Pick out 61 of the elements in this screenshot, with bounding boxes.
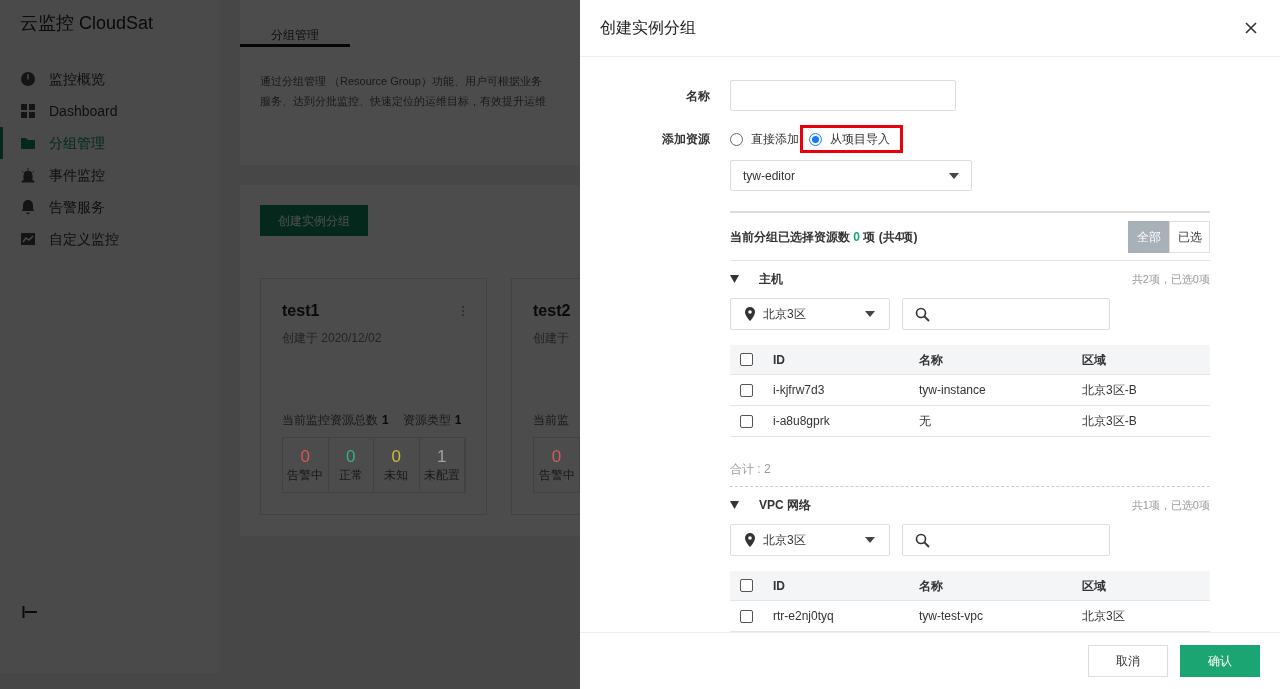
stat-value: 0 [300,446,310,466]
checkbox[interactable] [740,414,753,428]
column-header: 名称 [919,351,944,369]
close-icon[interactable] [1245,22,1257,34]
column-header: 名称 [919,577,944,595]
caret-icon [865,537,875,543]
expand-icon[interactable] [730,275,739,283]
field-label: 添加资源 [661,131,710,149]
column-header: 区域 [1082,577,1106,595]
region-select[interactable]: 北京3区 [730,298,890,330]
table-cell-text: 无 [919,413,932,430]
search-icon [915,306,930,322]
stat-value: 0 [391,446,401,466]
filter-tab[interactable]: 已选 [1169,220,1210,253]
table-cell-text: i-kjfrw7d3 [773,382,826,399]
field-label: 名称 [685,87,710,105]
stat-value: 0 [346,446,356,466]
stat-value: 0 [551,446,562,466]
expand-icon[interactable] [730,501,739,509]
group-name: 主机 [759,271,783,288]
group-summary: 共2项，已选0项 [1131,271,1210,287]
group-name: VPC 网络 [759,497,811,514]
table-cell-text: tyw-test-vpc [919,608,984,625]
search-field[interactable] [902,524,1110,556]
checkbox[interactable] [740,383,753,397]
table-row[interactable]: i-kjfrw7d3 tyw-instance 北京3区-B [730,375,1210,406]
location-pin-icon [745,307,755,321]
region-select[interactable]: 北京3区 [730,524,890,556]
caret-icon [949,172,959,179]
search-field[interactable] [902,298,1110,330]
total-count: 合计 : 2 [730,461,772,478]
table-cell-text: i-a8u8gprk [773,413,831,430]
radio-option[interactable]: 从项目导入 [800,125,903,154]
column-header: ID [773,351,786,369]
table-row[interactable]: rtr-e2nj0tyq tyw-test-vpc 北京3区 [730,601,1210,632]
table-cell-text: 北京3区 [1082,608,1125,625]
search-icon [915,532,930,548]
card-title: test2 [533,301,571,321]
checkbox[interactable] [740,579,753,592]
stat-value: 1 [437,446,447,466]
caret-icon [865,311,875,317]
card-title: test1 [282,301,320,321]
table-cell-text: 北京3区-B [1082,382,1137,399]
table-cell-text: rtr-e2nj0tyq [773,608,835,625]
location-pin-icon [745,533,755,547]
table-cell-text: tyw-instance [919,382,987,399]
app-logo: 云监控 CloudSat [19,12,155,34]
radio-option[interactable]: 直接添加 [730,125,803,154]
table-row[interactable]: i-a8u8gprk 无 北京3区-B [730,406,1210,437]
selection-summary: 当前分组已选择资源数 0 项 (共4项) [730,228,918,246]
group-summary: 共1项，已选0项 [1131,497,1210,513]
column-header: ID [773,577,786,595]
checkbox[interactable] [740,353,753,366]
column-header: 区域 [1082,351,1106,369]
name-input[interactable] [730,80,956,111]
cancel-button[interactable]: 取消 [1088,645,1168,677]
table-cell-text: 北京3区-B [1082,413,1137,430]
checkbox[interactable] [740,609,753,623]
drawer-title: 创建实例分组 [600,18,696,38]
project-select[interactable]: tyw-editor [730,160,972,191]
confirm-button[interactable]: 确认 [1180,645,1260,677]
